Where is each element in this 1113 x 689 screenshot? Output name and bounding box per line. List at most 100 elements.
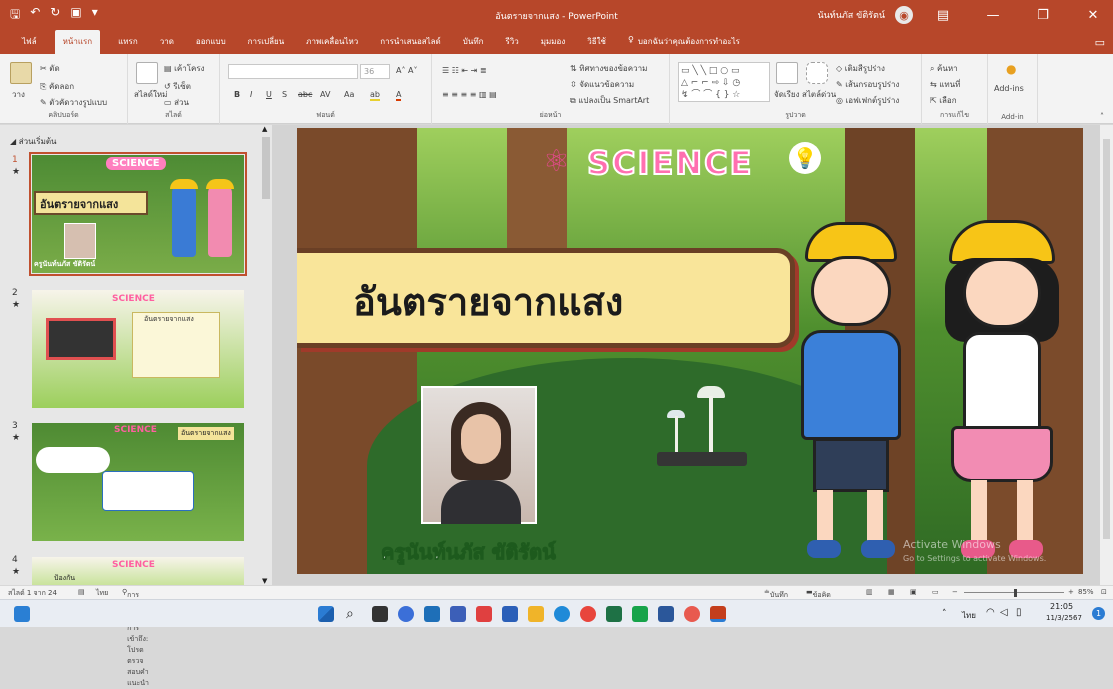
arrange-button[interactable]: จัดเรียง — [774, 88, 800, 101]
slide-scrollbar[interactable] — [1100, 125, 1113, 585]
accessibility-status[interactable]: ⚲ การช่วยสำหรับการเข้าถึง: โปรดตรวจสอบคำ… — [122, 588, 149, 687]
zoom-out-icon[interactable]: − — [952, 588, 958, 596]
comments-icon[interactable]: ▭ — [1095, 36, 1105, 49]
arrange-icon[interactable] — [776, 62, 798, 84]
app-icon[interactable] — [684, 606, 700, 622]
widgets-icon[interactable] — [14, 606, 30, 622]
paste-button[interactable]: วาง — [12, 88, 25, 101]
collapse-ribbon-icon[interactable]: ˄ — [1100, 112, 1104, 121]
teacher-name[interactable]: ครูนันท์นภัส ขัติรัตน์ — [381, 536, 557, 568]
spelling-icon[interactable]: ▤ — [78, 588, 85, 596]
replace-button[interactable]: ⇆ แทนที่ — [930, 78, 960, 91]
copy-button[interactable]: ⎘ คัดลอก — [40, 80, 74, 93]
close-button[interactable]: ✕ — [1073, 0, 1113, 30]
scroll-up-icon[interactable]: ▲ — [262, 125, 267, 133]
customize-icon[interactable]: ▾ — [92, 5, 98, 26]
user-name[interactable]: นันท์นภัส ขัติรัตน์ — [817, 8, 885, 22]
file-explorer-icon[interactable] — [528, 606, 544, 622]
mail-icon[interactable] — [502, 606, 518, 622]
slide-editor[interactable]: ⚛ SCIENCE 💡 อันตรายจากแสง ครูนันท์นภัส ข… — [297, 128, 1083, 574]
clock-date[interactable]: 11/3/2567 — [1046, 614, 1082, 622]
text-direction-button[interactable]: ⇅ ทิศทางของข้อความ — [570, 62, 647, 75]
word-icon[interactable] — [658, 606, 674, 622]
slide-scrollbar-thumb[interactable] — [1103, 139, 1110, 539]
new-slide-icon[interactable] — [136, 62, 158, 84]
format-painter-button[interactable]: ✎ ตัวคัดวางรูปแบบ — [40, 96, 107, 109]
tell-me-search[interactable]: ♀ บอกฉันว่าคุณต้องการทำอะไร — [624, 35, 744, 54]
title-banner[interactable]: อันตรายจากแสง — [297, 248, 795, 348]
tab-insert[interactable]: แทรก — [114, 35, 142, 54]
scroll-down-icon[interactable]: ▼ — [262, 577, 267, 585]
italic-button[interactable]: I — [250, 90, 252, 99]
bold-button[interactable]: B — [234, 90, 240, 99]
bullets-icon[interactable]: ☰ ☷ ⇤ ⇥ ≣ — [442, 66, 487, 75]
notes-button[interactable]: ≐ บันทึกย่อ — [764, 588, 788, 610]
tab-help[interactable]: วิธีใช้ — [583, 35, 610, 54]
tab-view[interactable]: มุมมอง — [537, 35, 570, 54]
app-icon[interactable] — [632, 606, 648, 622]
new-slide-button[interactable]: สไลด์ใหม่ — [134, 88, 167, 101]
cut-button[interactable]: ✂ ตัด — [40, 62, 60, 75]
align-icons[interactable]: ≡ ≡ ≡ ≡ ▥ ▤ — [442, 90, 497, 99]
slide-thumbnail-3[interactable]: SCIENCE อันตรายจากแสง — [32, 423, 244, 541]
wifi-icon[interactable]: ◠ — [986, 607, 995, 618]
section-button[interactable]: ▭ ส่วน — [164, 96, 189, 109]
zoom-slider-thumb[interactable] — [1014, 589, 1017, 597]
volume-icon[interactable]: ◁ — [1000, 607, 1008, 618]
tab-draw[interactable]: วาด — [156, 35, 178, 54]
battery-icon[interactable]: ▯ — [1016, 607, 1022, 618]
tab-animations[interactable]: ภาพเคลื่อนไหว — [302, 35, 362, 54]
edge-icon[interactable] — [554, 606, 570, 622]
layout-button[interactable]: ▤ เค้าโครง — [164, 62, 205, 75]
app-icon[interactable] — [476, 606, 492, 622]
font-name-input[interactable] — [228, 64, 358, 79]
redo-icon[interactable]: ↻ — [50, 5, 60, 26]
shadow-button[interactable]: S — [282, 90, 287, 99]
slide-sorter-icon[interactable]: ▦ — [888, 588, 895, 596]
smartart-button[interactable]: ⧉ แปลงเป็น SmartArt — [570, 94, 649, 107]
reset-button[interactable]: ↺ รีเซ็ต — [164, 80, 191, 93]
teacher-photo[interactable] — [421, 386, 537, 524]
shapes-gallery[interactable]: ▭ ╲ ╲ □ ○ ▭ △ ⌐ ⌐ ⇨ ⇩ ◷ ↯ ⌒ ⌒ { } ☆ — [678, 62, 770, 102]
shape-outline-button[interactable]: ✎ เส้นกรอบรูปร่าง — [836, 78, 899, 91]
excel-icon[interactable] — [606, 606, 622, 622]
tab-review[interactable]: รีวิว — [501, 35, 522, 54]
shape-effects-button[interactable]: ◎ เอฟเฟกต์รูปร่าง — [836, 94, 899, 107]
notification-badge[interactable]: 1 — [1092, 607, 1105, 620]
clock-time[interactable]: 21:05 — [1050, 602, 1073, 611]
ribbon-display-icon[interactable]: ▤ — [923, 0, 963, 30]
chat-icon[interactable] — [398, 606, 414, 622]
change-case-button[interactable]: Aa — [344, 90, 354, 99]
user-avatar-icon[interactable]: ◉ — [895, 6, 913, 24]
chrome-icon[interactable] — [580, 606, 596, 622]
slideshow-icon[interactable]: ▭ — [932, 588, 939, 596]
highlight-icon[interactable]: ab — [370, 90, 380, 101]
slide-thumbnail-4[interactable]: SCIENCE ป้องกัน — [32, 557, 244, 585]
boy-character[interactable] — [791, 222, 911, 562]
grow-font-icon[interactable]: A˄ A˅ — [396, 66, 418, 75]
strikethrough-button[interactable]: abc — [298, 90, 312, 99]
slide-thumbnail-1[interactable]: SCIENCE อันตรายจากแสง ครูนันท์นภัส ขัติร… — [29, 152, 247, 276]
start-icon[interactable] — [318, 606, 334, 622]
language-status[interactable]: ไทย — [96, 588, 108, 599]
select-button[interactable]: ⇱ เลือก — [930, 94, 957, 107]
scrollbar-thumb[interactable] — [262, 137, 270, 199]
tab-home[interactable]: หน้าแรก — [54, 30, 101, 54]
normal-view-icon[interactable]: ▥ — [866, 588, 873, 596]
app-icon[interactable] — [450, 606, 466, 622]
slide-title[interactable]: อันตรายจากแสง — [353, 271, 623, 332]
underline-button[interactable]: U — [266, 90, 272, 99]
thumbnails-scrollbar[interactable]: ▲ ▼ — [260, 125, 272, 585]
slide-thumbnail-2[interactable]: SCIENCE อันตรายจากแสง — [32, 290, 244, 408]
paste-icon[interactable] — [10, 62, 32, 84]
undo-icon[interactable]: ↶ — [30, 5, 40, 26]
quick-styles-icon[interactable] — [806, 62, 828, 84]
reading-view-icon[interactable]: ▣ — [910, 588, 917, 596]
zoom-level[interactable]: 85% — [1078, 588, 1094, 596]
fit-slide-icon[interactable]: ⊡ — [1101, 588, 1107, 596]
quick-styles-button[interactable]: สไตล์ด่วน — [802, 88, 836, 101]
section-header[interactable]: ◢ ส่วนเริ่มต้น — [10, 135, 57, 148]
search-icon[interactable]: ⌕ — [346, 606, 362, 622]
minimize-button[interactable]: — — [973, 0, 1013, 30]
find-button[interactable]: ⌕ ค้นหา — [930, 62, 958, 75]
